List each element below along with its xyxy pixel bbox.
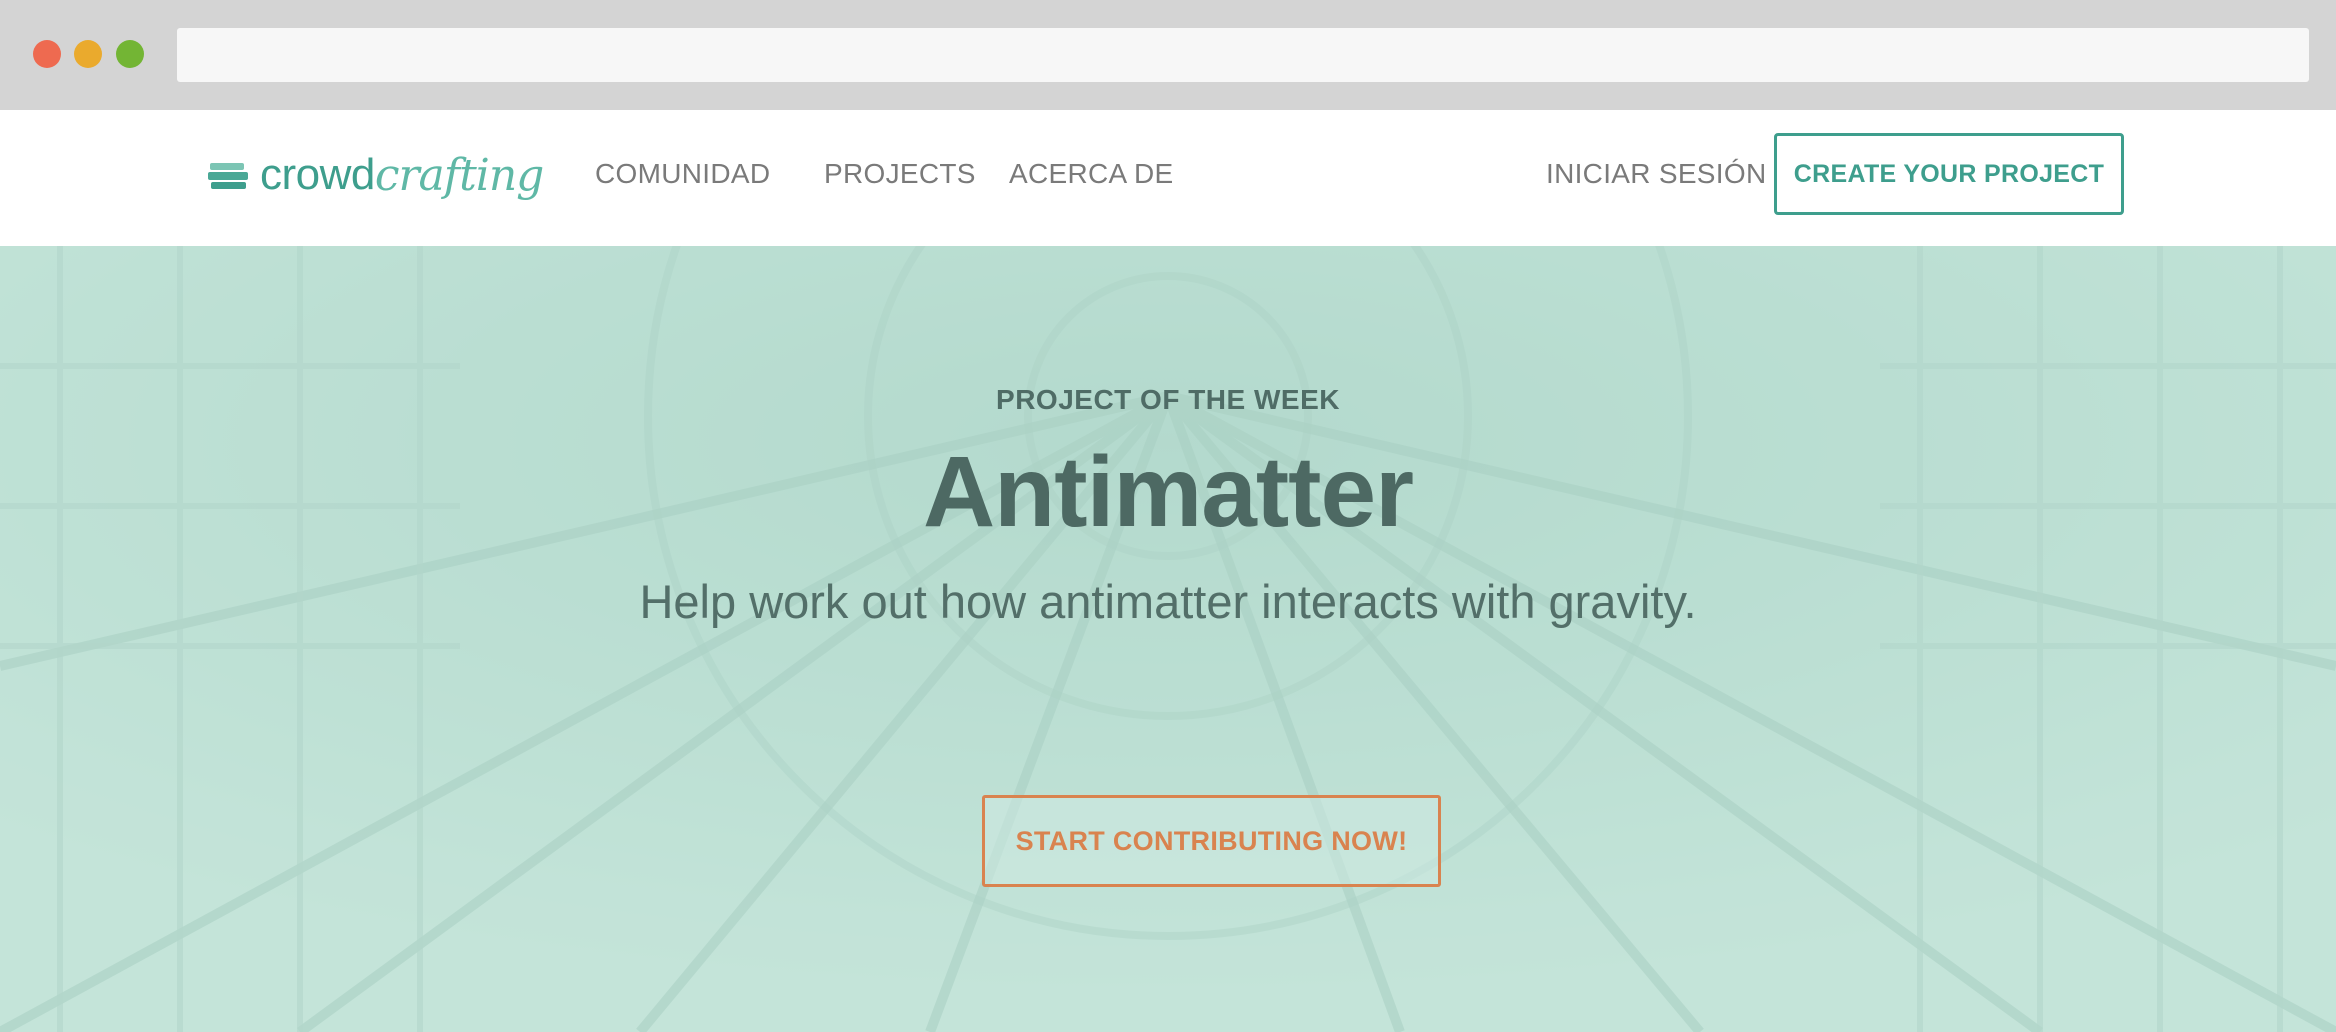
create-project-button[interactable]: CREATE YOUR PROJECT bbox=[1774, 133, 2124, 215]
start-contributing-button[interactable]: START CONTRIBUTING NOW! bbox=[982, 795, 1441, 887]
maximize-window-icon[interactable] bbox=[116, 40, 144, 68]
site-navbar: crowd crafting COMUNIDAD PROJECTS ACERCA… bbox=[0, 110, 2336, 246]
hero-title: Antimatter bbox=[922, 436, 1414, 548]
hero-eyebrow: PROJECT OF THE WEEK bbox=[996, 384, 1340, 415]
nav-projects[interactable]: PROJECTS bbox=[824, 158, 976, 190]
logo-word-crafting: crafting bbox=[374, 149, 544, 201]
logo-word-crowd: crowd bbox=[260, 150, 375, 199]
stack-logo-icon bbox=[208, 163, 248, 189]
browser-chrome bbox=[0, 0, 2336, 110]
hero-section: PROJECT OF THE WEEK Antimatter Help work… bbox=[0, 246, 2336, 1032]
address-bar[interactable] bbox=[177, 28, 2309, 82]
nav-comunidad[interactable]: COMUNIDAD bbox=[595, 158, 770, 190]
close-window-icon[interactable] bbox=[33, 40, 61, 68]
nav-acerca-de[interactable]: ACERCA DE bbox=[1009, 158, 1174, 190]
hero-subtitle: Help work out how antimatter interacts w… bbox=[639, 575, 1697, 628]
login-link[interactable]: INICIAR SESIÓN bbox=[1546, 158, 1766, 190]
hero-tint-overlay bbox=[0, 246, 2336, 1032]
site-logo[interactable]: crowd crafting bbox=[208, 140, 544, 210]
minimize-window-icon[interactable] bbox=[74, 40, 102, 68]
